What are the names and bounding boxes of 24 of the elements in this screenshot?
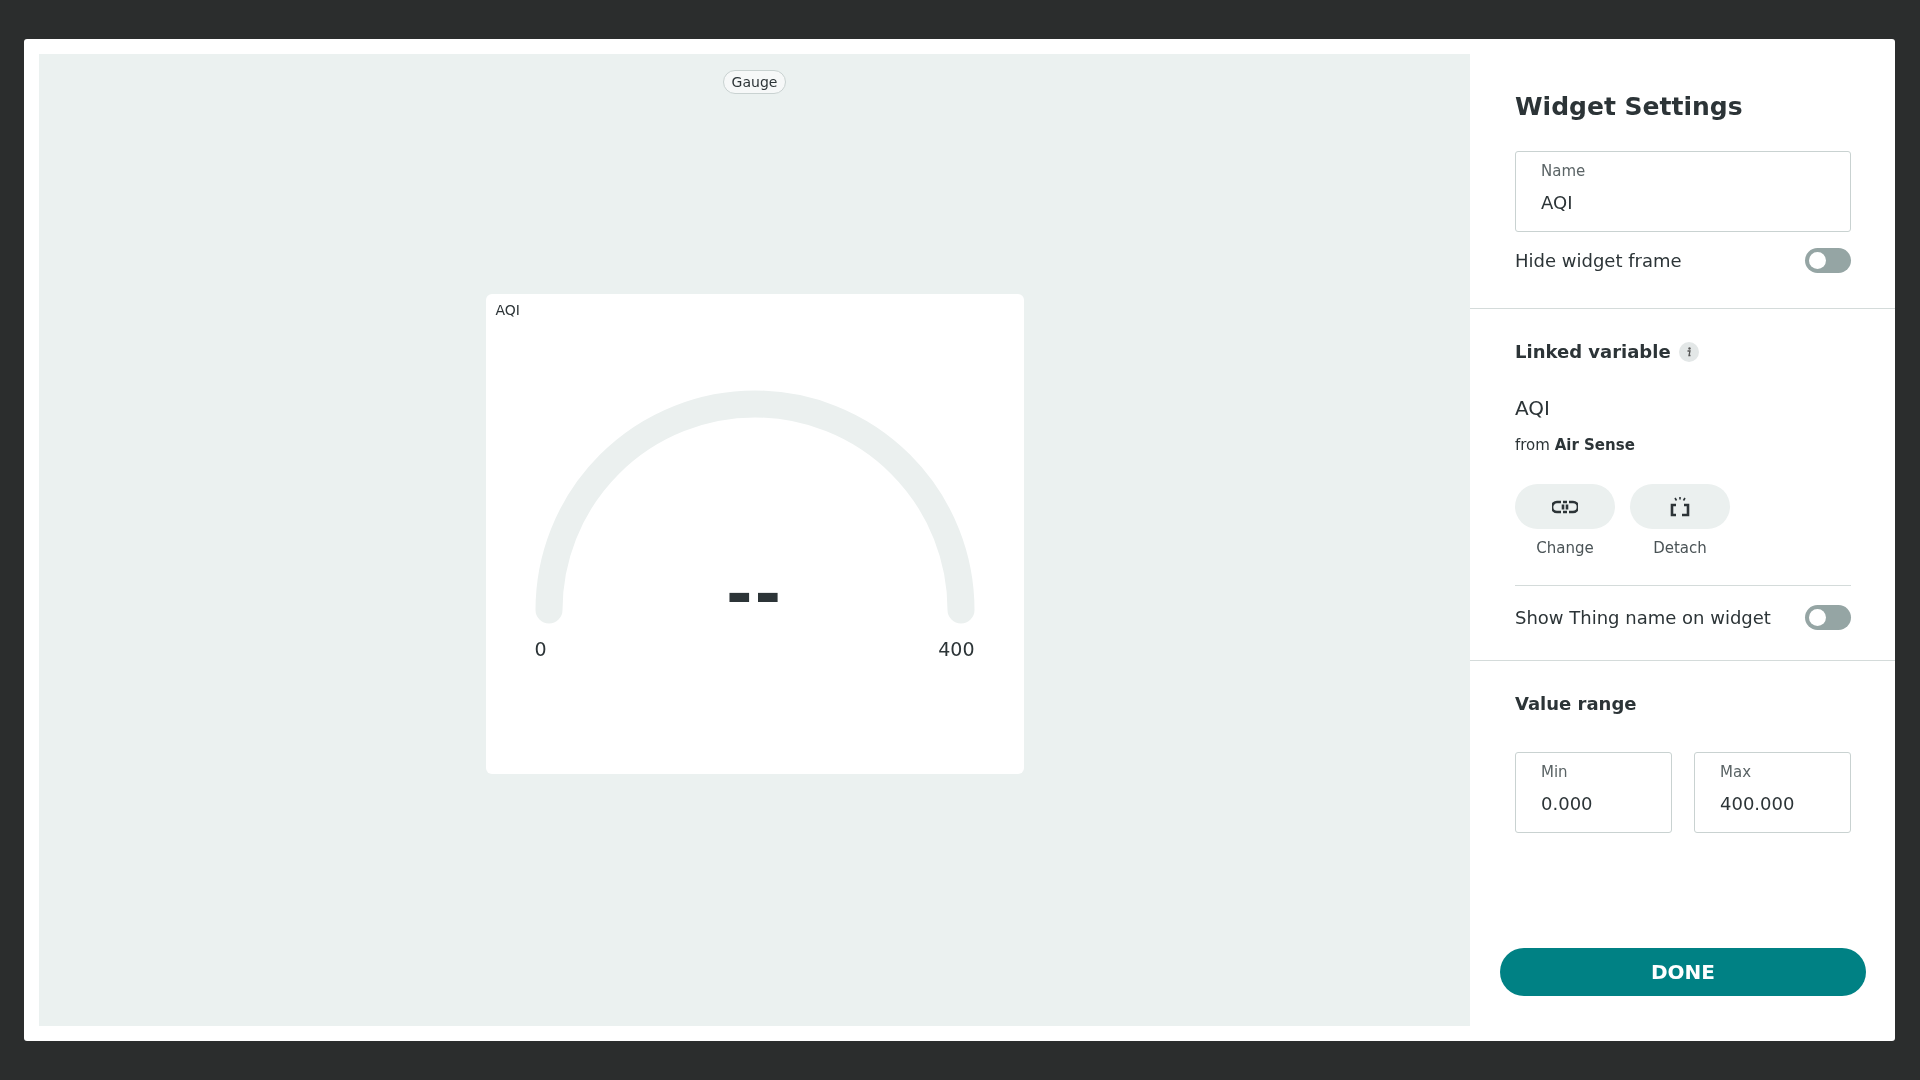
action-label: Change bbox=[1536, 539, 1594, 557]
widget-type-tag: Gauge bbox=[722, 70, 787, 94]
action-label: Detach bbox=[1653, 539, 1707, 557]
widget-title: AQI bbox=[495, 302, 520, 318]
section-heading: Linked variable bbox=[1515, 341, 1671, 362]
min-field[interactable]: Min 0.000 bbox=[1515, 752, 1672, 833]
toggle-label: Show Thing name on widget bbox=[1515, 607, 1771, 628]
max-field[interactable]: Max 400.000 bbox=[1694, 752, 1851, 833]
detach-button[interactable] bbox=[1630, 484, 1730, 529]
variable-source: from Air Sense bbox=[1515, 436, 1636, 454]
info-icon[interactable] bbox=[1678, 341, 1699, 362]
link-icon bbox=[1552, 499, 1578, 514]
toggle-label: Hide widget frame bbox=[1515, 250, 1682, 271]
gauge-value: -- bbox=[724, 572, 785, 616]
change-button[interactable] bbox=[1515, 484, 1615, 529]
section-heading: Value range bbox=[1515, 693, 1637, 714]
panel-title: Widget Settings bbox=[1515, 92, 1744, 121]
name-field[interactable]: Name AQI bbox=[1515, 151, 1851, 232]
toggle-switch[interactable] bbox=[1805, 248, 1851, 273]
min-label: 0 bbox=[534, 638, 547, 660]
variable-name: AQI bbox=[1515, 396, 1551, 420]
max-label: 400 bbox=[938, 638, 975, 660]
done-button[interactable]: DONE bbox=[1500, 948, 1866, 996]
toggle-switch[interactable] bbox=[1805, 605, 1851, 630]
